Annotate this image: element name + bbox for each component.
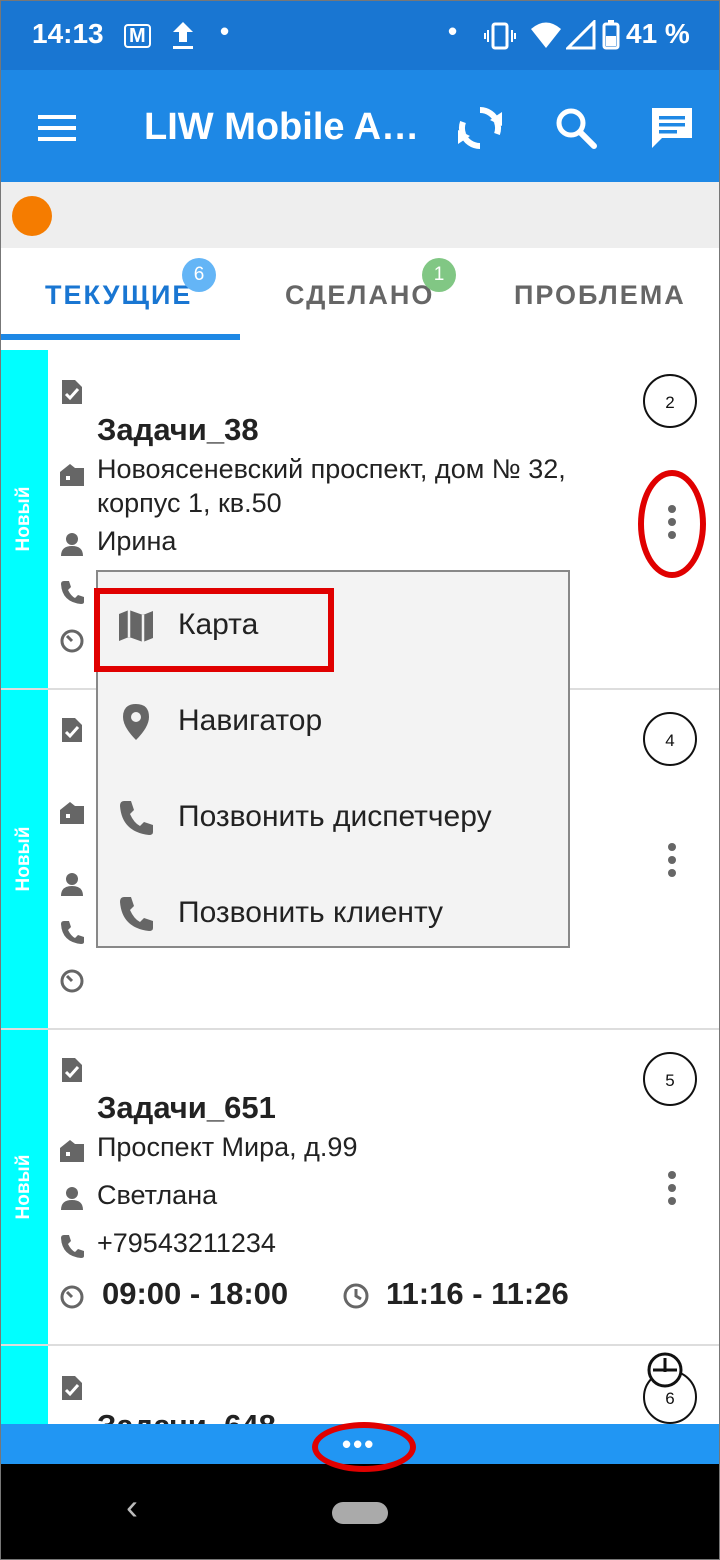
active-tab-indicator [0, 334, 240, 340]
signal-icon [566, 20, 596, 50]
status-bar: 14:13 M • • 41 % [0, 0, 720, 70]
location-pin-icon [123, 704, 149, 740]
building-icon [60, 1140, 84, 1162]
phone-icon [61, 1235, 84, 1258]
highlight-more-button [638, 470, 706, 578]
clock-icon [343, 1283, 369, 1309]
task-document-icon [62, 1376, 82, 1400]
status-label: Новый [13, 826, 34, 892]
task-title: Задачи_648 [97, 1408, 276, 1424]
home-pill-icon[interactable] [332, 1502, 388, 1524]
task-time-slot: 11:16 - 11:26 [386, 1276, 569, 1311]
back-icon[interactable]: ‹ [126, 1486, 138, 1528]
task-card[interactable]: Новый Задачи_651 Проспект Мира, д.99 Све… [0, 1030, 720, 1346]
task-order-number: 4 [643, 712, 697, 766]
phone-icon [61, 921, 84, 944]
task-client: Светлана [97, 1180, 218, 1210]
task-order-number: 2 [643, 374, 697, 428]
hamburger-icon[interactable] [28, 98, 88, 158]
sync-icon[interactable] [450, 98, 510, 158]
task-title: Задачи_651 [97, 1090, 276, 1125]
status-label: Новый [13, 1154, 34, 1220]
tab-current-badge: 6 [182, 258, 216, 292]
app-notification-icon: M [124, 24, 151, 48]
timer-icon [60, 629, 84, 653]
app-bar: LIW Mobile App [0, 70, 720, 182]
tab-label: СДЕЛАНО [285, 280, 435, 310]
sync-status-strip [0, 182, 720, 248]
task-order-number: 5 [643, 1052, 697, 1106]
dot-icon: • [220, 16, 230, 46]
task-work-hours: 09:00 - 18:00 [102, 1276, 289, 1311]
task-address: Новоясеневский проспект, дом № 32, [97, 454, 566, 484]
menu-item-label: Позвонить диспетчеру [178, 800, 492, 833]
tab-done-badge: 1 [422, 258, 456, 292]
tab-done[interactable]: СДЕЛАНО [285, 280, 434, 311]
task-title: Задачи_38 [97, 412, 259, 447]
building-icon [60, 464, 84, 486]
status-label: Новый [13, 486, 34, 552]
status-time: 14:13 [32, 18, 104, 49]
task-document-icon [62, 1058, 82, 1082]
status-strip: Новый [0, 350, 48, 688]
task-document-icon [62, 380, 82, 404]
status-strip: Новый [0, 690, 48, 1028]
vibrate-icon [484, 22, 516, 50]
wifi-icon [531, 22, 561, 48]
phone-icon [120, 897, 153, 931]
tab-label: ТЕКУЩИЕ [45, 280, 193, 310]
tab-current[interactable]: ТЕКУЩИЕ [45, 280, 192, 311]
battery-icon [602, 20, 620, 50]
menu-item-navigator[interactable]: Навигатор [98, 672, 554, 766]
person-icon [61, 1187, 83, 1210]
timer-icon [60, 969, 84, 993]
menu-item-label: Позвонить клиенту [178, 896, 444, 929]
search-icon[interactable] [546, 98, 606, 158]
status-strip [0, 1346, 48, 1424]
highlight-bottom-more [312, 1422, 416, 1472]
dot-icon: • [448, 16, 458, 46]
highlight-map-item [94, 588, 334, 672]
task-phone[interactable]: +79543211234 [97, 1226, 276, 1260]
menu-item-call-client[interactable]: Позвонить клиенту [98, 864, 554, 958]
more-vert-icon[interactable] [664, 842, 680, 878]
menu-item-label: Навигатор [178, 704, 323, 737]
building-icon [60, 802, 84, 824]
task-address: Проспект Мира, д.99 [97, 1132, 358, 1162]
upload-icon [173, 22, 193, 49]
task-document-icon [62, 718, 82, 742]
alarm-icon [647, 1352, 683, 1388]
phone-icon [120, 801, 153, 835]
status-strip: Новый [0, 1030, 48, 1344]
menu-item-call-dispatcher[interactable]: Позвонить диспетчеру [98, 768, 554, 862]
battery-percent: 41 % [626, 18, 690, 49]
task-address-line2: корпус 1, кв.50 [97, 488, 282, 518]
tab-problem[interactable]: ПРОБЛЕМА [514, 280, 686, 311]
tab-label: ПРОБЛЕМА [514, 280, 686, 310]
sync-status-dot [12, 196, 52, 236]
timer-icon [60, 1285, 84, 1309]
chat-icon[interactable] [642, 98, 702, 158]
task-client: Ирина [97, 526, 177, 556]
more-vert-icon[interactable] [664, 1170, 680, 1206]
person-icon [61, 533, 83, 556]
app-title: LIW Mobile App [144, 106, 424, 148]
task-card[interactable]: Задачи_648 6 [0, 1346, 720, 1424]
phone-icon [61, 581, 84, 604]
system-nav-bar: ‹ [0, 1464, 720, 1560]
person-icon [61, 873, 83, 896]
